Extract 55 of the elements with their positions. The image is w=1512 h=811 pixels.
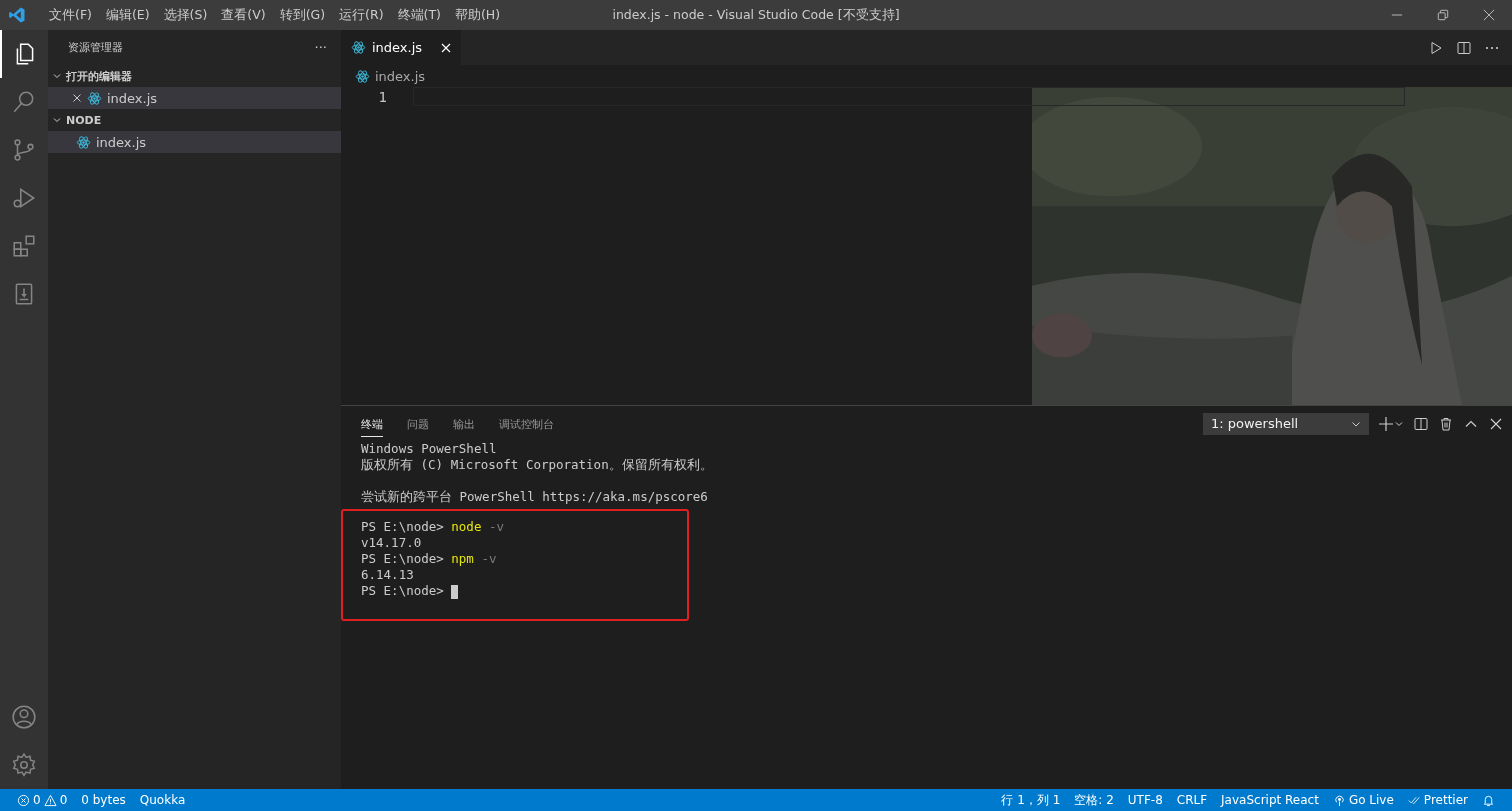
split-editor-icon[interactable]: [1456, 39, 1472, 56]
menu-item[interactable]: 转到(G): [272, 6, 333, 24]
react-icon: [76, 134, 91, 150]
menu-item[interactable]: 编辑(E): [98, 6, 157, 24]
panel-tab[interactable]: 输出: [453, 410, 475, 437]
prettier-status[interactable]: Prettier: [1400, 793, 1475, 807]
menu-item[interactable]: 文件(F): [42, 6, 99, 24]
status-item[interactable]: CRLF: [1169, 793, 1215, 807]
terminal-line: PS E:\node> npm -v: [361, 551, 498, 567]
menu-item[interactable]: 选择(S): [156, 6, 215, 24]
breadcrumb[interactable]: index.js: [341, 65, 1512, 87]
menu-item[interactable]: 帮助(H): [447, 6, 508, 24]
error-icon: [17, 793, 30, 807]
terminal-dropdown[interactable]: 1: powershell: [1203, 412, 1369, 435]
react-icon: [87, 90, 102, 106]
status-item[interactable]: 空格: 2: [1067, 791, 1121, 809]
window-title: index.js - node - Visual Studio Code [不受支持]: [612, 6, 900, 24]
terminal-line: 6.14.13: [361, 567, 415, 583]
problems-status[interactable]: 0 0: [10, 793, 75, 807]
status-item[interactable]: UTF-8: [1120, 793, 1170, 807]
more-actions-button[interactable]: ···: [314, 40, 327, 55]
terminal-line: Windows PowerShell: [361, 441, 498, 457]
react-icon: [355, 68, 370, 84]
panel-tab[interactable]: 调试控制台: [499, 410, 554, 437]
add-terminal-icon[interactable]: [1378, 415, 1404, 432]
status-item[interactable]: Quokka: [132, 793, 193, 807]
editor-tab[interactable]: index.js: [341, 30, 461, 65]
split-terminal-icon[interactable]: [1413, 415, 1429, 432]
menu-item[interactable]: 终端(T): [390, 6, 448, 24]
panel-tab[interactable]: 终端: [361, 410, 383, 437]
file-item[interactable]: index.js: [48, 131, 341, 153]
warning-icon: [43, 793, 57, 807]
status-item[interactable]: 行 1，列 1: [994, 791, 1068, 809]
status-item[interactable]: JavaScript React: [1214, 793, 1326, 807]
terminal-line: v14.17.0: [361, 535, 423, 551]
run-icon[interactable]: [1428, 39, 1444, 56]
close-icon[interactable]: [72, 93, 82, 103]
section-header[interactable]: 打开的编辑器: [48, 65, 341, 87]
file-item[interactable]: index.js: [48, 87, 341, 109]
react-icon: [351, 40, 366, 55]
panel-tab[interactable]: 问题: [407, 410, 429, 437]
go-live-button[interactable]: Go Live: [1325, 793, 1401, 807]
terminal-line: 版权所有 (C) Microsoft Corporation。保留所有权利。: [361, 457, 714, 473]
menu-item[interactable]: 运行(R): [332, 6, 391, 24]
broadcast-icon: [1332, 793, 1346, 807]
section-header[interactable]: NODE: [48, 109, 341, 131]
menu-item[interactable]: 查看(V): [214, 6, 273, 24]
terminal-line: PS E:\node> node -v: [361, 519, 505, 535]
terminal-line: 尝试新的跨平台 PowerShell https://aka.ms/pscore6: [361, 489, 709, 505]
status-item[interactable]: 0 bytes: [74, 793, 133, 807]
sidebar-title: 资源管理器: [68, 40, 123, 55]
trash-icon[interactable]: [1438, 415, 1454, 432]
terminal-line: PS E:\node>: [361, 583, 687, 599]
line-number: 1: [377, 88, 387, 105]
app-logo-icon: [8, 6, 26, 24]
